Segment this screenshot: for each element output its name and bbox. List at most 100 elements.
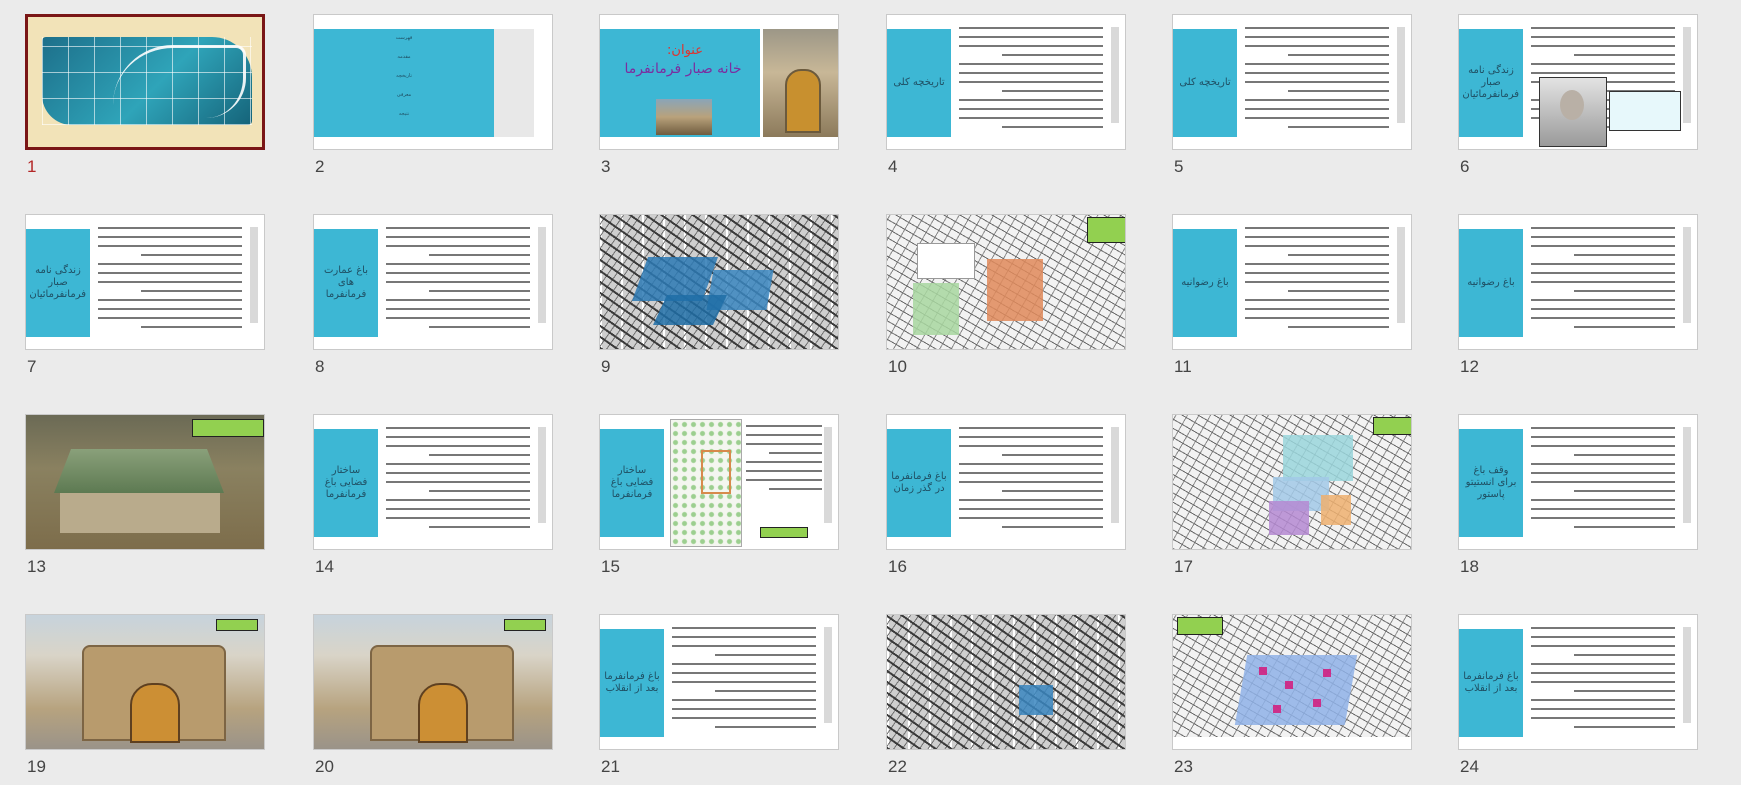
gate-arch	[82, 645, 226, 743]
slide-number: 22	[888, 757, 907, 776]
slide-thumbnail[interactable]: عنوان: خانه صبار فرمانفرما 3	[599, 14, 839, 176]
text-line	[1531, 263, 1675, 265]
slide-preview[interactable]	[25, 614, 265, 750]
slide-preview[interactable]	[1172, 614, 1412, 750]
text-line	[98, 317, 242, 319]
slide-thumbnail[interactable]: باغ فرمانفرما در گذر زمان 16	[886, 414, 1126, 576]
contents-item: مقدمه	[397, 54, 411, 60]
slide-thumbnail[interactable]: باغ فرمانفرما بعد از انقلاب 21	[599, 614, 839, 776]
map-legend	[917, 243, 975, 279]
text-line	[672, 663, 816, 665]
slide-title: تاریخچه کلی	[1179, 77, 1231, 88]
slide-title: تاریخچه کلی	[893, 77, 945, 88]
slide-preview[interactable]: باغ فرمانفرما بعد از انقلاب	[599, 614, 839, 750]
text-line	[959, 508, 1103, 510]
slide-preview[interactable]	[313, 614, 553, 750]
slide-thumbnail[interactable]: تاریخچه کلی 5	[1172, 14, 1412, 176]
text-line	[429, 254, 530, 256]
slide-preview[interactable]	[25, 14, 265, 150]
slide-thumbnail[interactable]: 19	[25, 614, 265, 776]
text-line	[1531, 436, 1675, 438]
slide-thumbnail[interactable]: 23	[1172, 614, 1412, 776]
slide-number: 8	[315, 357, 325, 376]
text-line	[1245, 81, 1389, 83]
text-line	[1245, 317, 1389, 319]
text-line	[959, 108, 1103, 110]
text-line	[959, 472, 1103, 474]
slide-thumbnail[interactable]: باغ عمارت های فرمانفرما 8	[313, 214, 553, 376]
map-highlight	[987, 259, 1043, 321]
title-panel: باغ فرمانفرما در گذر زمان	[887, 429, 951, 537]
slide-preview[interactable]: ساختار فضایی باغ فرمانفرما	[599, 414, 839, 550]
title-panel: باغ عمارت های فرمانفرما	[314, 229, 378, 337]
slide-thumbnail[interactable]: 10	[886, 214, 1126, 376]
slide-preview[interactable]: باغ رضوانیه	[1172, 214, 1412, 350]
slide-thumbnail[interactable]: تاریخچه کلی 4	[886, 14, 1126, 176]
slide-thumbnail[interactable]: باغ فرمانفرما بعد از انقلاب 24	[1458, 614, 1698, 776]
slide-number: 6	[1460, 157, 1470, 176]
slide-thumbnail[interactable]: 1	[25, 14, 265, 176]
slide-thumbnail[interactable]: 20	[313, 614, 553, 776]
gate-door	[418, 683, 468, 743]
text-line	[1531, 299, 1675, 301]
slide-preview[interactable]: باغ فرمانفرما بعد از انقلاب	[1458, 614, 1698, 750]
slide-thumbnail[interactable]: فهرست مقدمه تاریخچه معرفی نتیجه 2	[313, 14, 553, 176]
text-line	[1245, 72, 1389, 74]
title-panel: وقف باغ برای انستیتو پاستور	[1459, 429, 1523, 537]
slide-preview[interactable]: باغ رضوانیه	[1458, 214, 1698, 350]
text-line	[1245, 99, 1389, 101]
text-line	[1288, 126, 1389, 128]
slide-preview[interactable]: تاریخچه کلی	[886, 14, 1126, 150]
text-line	[1531, 636, 1675, 638]
map-legend	[1173, 737, 1411, 749]
photo-caption-tag	[216, 619, 258, 631]
text-line	[715, 654, 816, 656]
slide-preview[interactable]	[1172, 414, 1412, 550]
slide-preview[interactable]	[886, 214, 1126, 350]
slide-preview[interactable]: باغ عمارت های فرمانفرما	[313, 214, 553, 350]
slide-thumbnail[interactable]: وقف باغ برای انستیتو پاستور 18	[1458, 414, 1698, 576]
slide-thumbnail[interactable]: ساختار فضایی باغ فرمانفرما 14	[313, 414, 553, 576]
slide-thumbnail[interactable]: زندگی نامه صبار فرمانفرمائیان 6	[1458, 14, 1698, 176]
slide-preview[interactable]: باغ فرمانفرما در گذر زمان	[886, 414, 1126, 550]
slide-thumbnail[interactable]: 17	[1172, 414, 1412, 576]
title-panel: ساختار فضایی باغ فرمانفرما	[314, 429, 378, 537]
title-main: خانه صبار فرمانفرما	[624, 61, 742, 77]
calligraphy-art	[42, 37, 252, 125]
slide-preview[interactable]	[599, 214, 839, 350]
map-highlight	[1313, 699, 1321, 707]
text-line	[959, 517, 1103, 519]
slide-thumbnail[interactable]: باغ رضوانیه 12	[1458, 214, 1698, 376]
text-line	[1245, 263, 1389, 265]
text-line	[1574, 254, 1675, 256]
slide-thumbnail[interactable]: 9	[599, 214, 839, 376]
slide-preview[interactable]	[886, 614, 1126, 750]
slide-preview[interactable]: ساختار فضایی باغ فرمانفرما	[313, 414, 553, 550]
house-roof	[54, 449, 224, 493]
slide-thumbnail[interactable]: 22	[886, 614, 1126, 776]
text-line	[386, 227, 530, 229]
text-line	[1531, 499, 1675, 501]
slide-preview[interactable]: وقف باغ برای انستیتو پاستور	[1458, 414, 1698, 550]
text-line	[429, 526, 530, 528]
slide-preview[interactable]: فهرست مقدمه تاریخچه معرفی نتیجه	[313, 14, 553, 150]
gate-door	[130, 683, 180, 743]
slide-thumbnail[interactable]: زندگی نامه صبار فرمانفرمائیان 7	[25, 214, 265, 376]
slide-number: 10	[888, 357, 907, 376]
slide-thumbnail[interactable]: 13	[25, 414, 265, 576]
scrollbar	[250, 227, 258, 323]
slide-preview[interactable]	[25, 414, 265, 550]
scrollbar	[1397, 27, 1405, 123]
text-line	[1288, 254, 1389, 256]
slide-preview[interactable]: زندگی نامه صبار فرمانفرمائیان	[1458, 14, 1698, 150]
portrait-photo	[1539, 77, 1607, 147]
slide-preview[interactable]: عنوان: خانه صبار فرمانفرما	[599, 14, 839, 150]
slide-preview[interactable]: زندگی نامه صبار فرمانفرمائیان	[25, 214, 265, 350]
slide-thumbnail[interactable]: باغ رضوانیه 11	[1172, 214, 1412, 376]
slide-preview[interactable]: تاریخچه کلی	[1172, 14, 1412, 150]
map-highlight	[1285, 681, 1293, 689]
text-block	[959, 27, 1103, 135]
slide-thumbnail[interactable]: ساختار فضایی باغ فرمانفرما 15	[599, 414, 839, 576]
title-panel: باغ فرمانفرما بعد از انقلاب	[600, 629, 664, 737]
text-line	[1245, 299, 1389, 301]
